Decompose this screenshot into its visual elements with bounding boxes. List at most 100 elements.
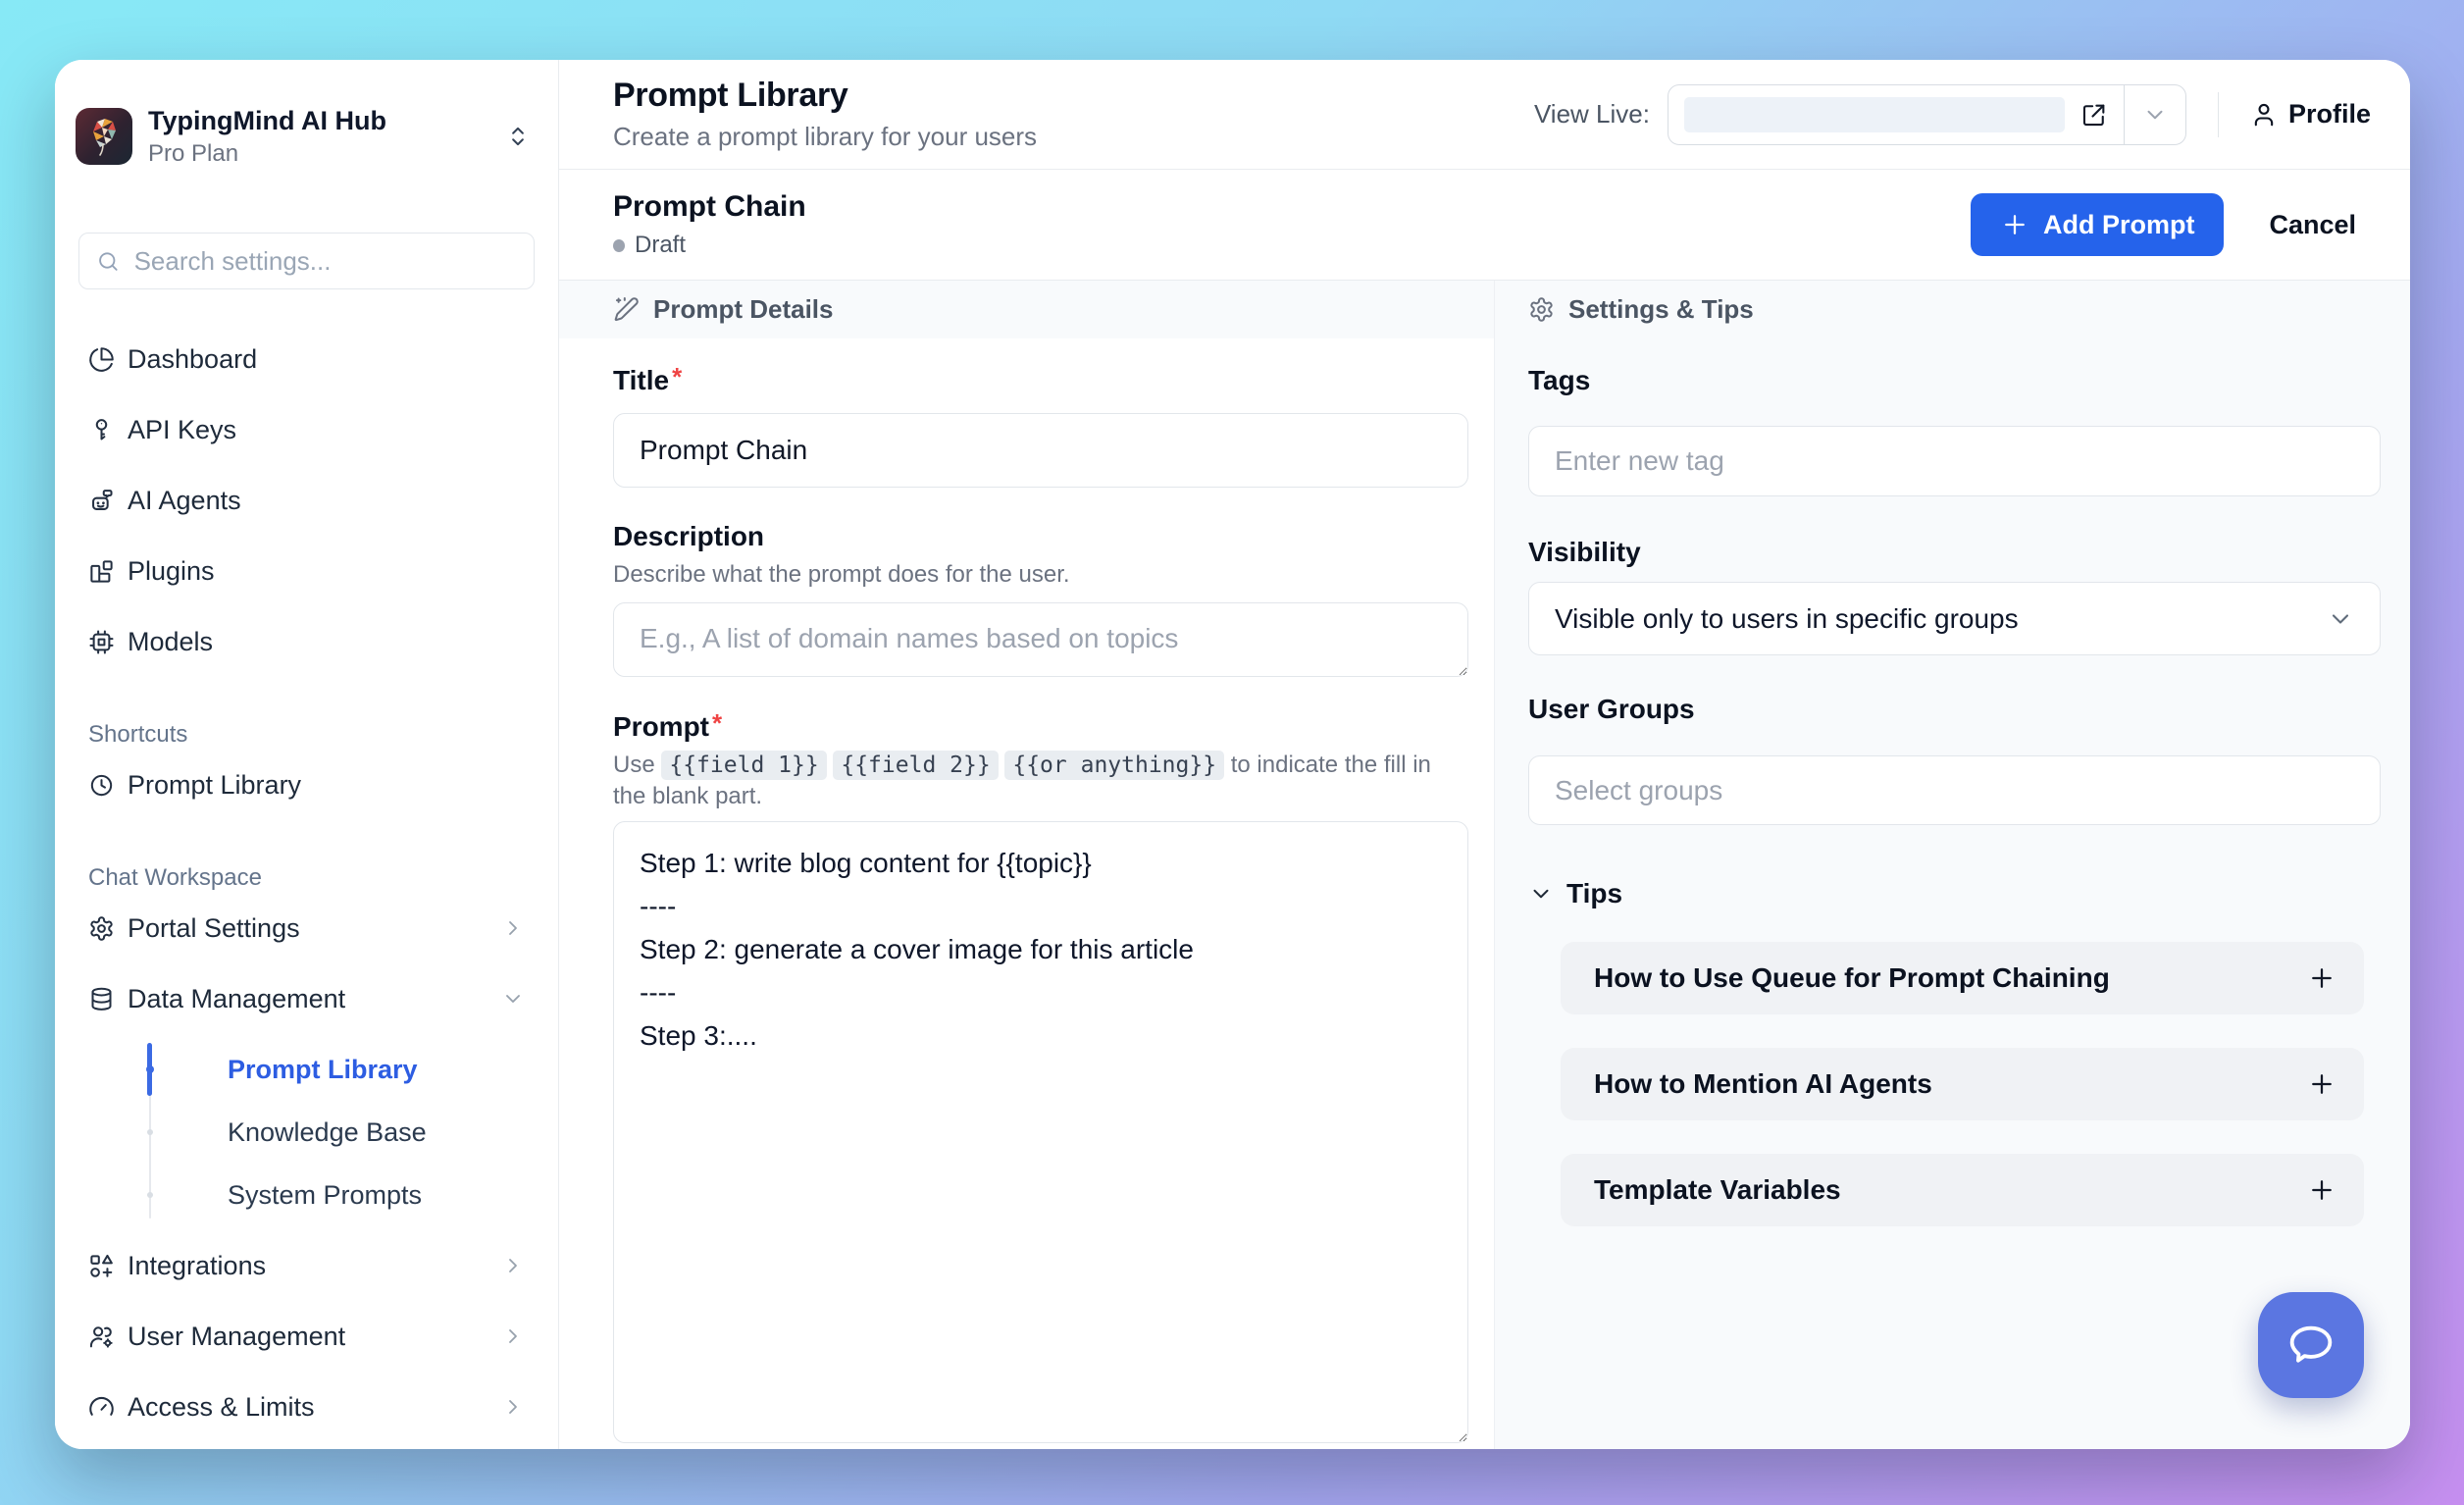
search-settings-box[interactable] [78, 233, 535, 289]
tips-label: Tips [1566, 878, 1622, 909]
visibility-select[interactable]: Visible only to users in specific groups [1528, 582, 2381, 655]
chevron-down-icon [1528, 881, 1554, 907]
main-area: Prompt Library Create a prompt library f… [559, 60, 2410, 1449]
page-title: Prompt Library [613, 77, 1534, 115]
page-subtitle: Create a prompt library for your users [613, 122, 1534, 152]
cancel-button[interactable]: Cancel [2269, 210, 2356, 240]
person-icon [2250, 101, 2278, 129]
search-icon [96, 248, 121, 275]
sidebar-item-label: Access & Limits [128, 1392, 315, 1423]
plus-icon [2000, 210, 2029, 239]
sidebar-item-label: Prompt Library [128, 770, 301, 801]
sidebar-item-models[interactable]: Models [78, 606, 535, 677]
prompt-input[interactable] [613, 821, 1468, 1443]
sidebar-item-label: Portal Settings [128, 913, 300, 944]
external-link-icon[interactable] [2080, 101, 2108, 129]
prompt-label: Prompt * [613, 710, 1468, 743]
template-chip: {{field 2}} [833, 751, 998, 780]
sidebar-item-label: Models [128, 627, 213, 657]
sidebar: TypingMind AI Hub Pro Plan Dashboard [55, 60, 559, 1449]
prompt-details-column: Prompt Details Title * Description Descr… [559, 281, 1494, 1449]
clock-icon [88, 772, 115, 799]
gear-icon [1528, 296, 1555, 323]
sidebar-subitem-system-prompts[interactable]: System Prompts [78, 1164, 535, 1226]
tags-input[interactable] [1528, 426, 2381, 496]
sidebar-item-label: Data Management [128, 984, 345, 1014]
app-window: TypingMind AI Hub Pro Plan Dashboard [55, 60, 2410, 1449]
chevron-down-icon [2327, 605, 2354, 633]
add-prompt-button[interactable]: Add Prompt [1971, 193, 2225, 256]
gauge-icon [88, 1394, 115, 1421]
search-input[interactable] [134, 246, 517, 277]
sidebar-item-prompt-library-shortcut[interactable]: Prompt Library [78, 750, 535, 820]
prompt-details-body: Title * Description Describe what the pr… [559, 338, 1494, 1448]
profile-button[interactable]: Profile [2250, 99, 2371, 130]
sidebar-item-label: AI Agents [128, 486, 241, 516]
prompt-help: Use {{field 1}} {{field 2}} {{or anythin… [613, 750, 1468, 811]
sidebar-item-plugins[interactable]: Plugins [78, 536, 535, 606]
plus-icon[interactable] [2307, 963, 2336, 993]
page-header: Prompt Library Create a prompt library f… [559, 60, 2410, 170]
chevron-right-icon [501, 1395, 525, 1419]
live-dropdown-button[interactable] [2125, 102, 2185, 128]
sidebar-item-label: Integrations [128, 1251, 266, 1281]
visibility-label: Visibility [1528, 536, 2381, 568]
section-title: Prompt Details [653, 294, 834, 325]
page-header-titles: Prompt Library Create a prompt library f… [613, 77, 1534, 152]
sidebar-item-portal-settings[interactable]: Portal Settings [78, 893, 535, 963]
chip-icon [88, 629, 115, 655]
required-asterisk: * [712, 710, 722, 736]
workspace-switcher[interactable]: TypingMind AI Hub Pro Plan [55, 99, 558, 174]
description-input[interactable] [613, 602, 1468, 677]
shapes-grid-icon [88, 1253, 115, 1279]
sidebar-item-ai-agents[interactable]: AI Agents [78, 465, 535, 536]
accordion-title: How to Mention AI Agents [1594, 1068, 1932, 1100]
sidebar-item-integrations[interactable]: Integrations [78, 1230, 535, 1301]
chevron-right-icon [501, 916, 525, 940]
status-dot [613, 239, 625, 252]
sidebar-item-data-management[interactable]: Data Management [78, 963, 535, 1034]
sidebar-subitem-knowledge-base[interactable]: Knowledge Base [78, 1101, 535, 1164]
user-groups-label: User Groups [1528, 693, 2381, 725]
plus-icon[interactable] [2307, 1069, 2336, 1099]
title-input[interactable] [613, 413, 1468, 488]
plus-icon[interactable] [2307, 1175, 2336, 1205]
tips-accordion-item-mention-agents[interactable]: How to Mention AI Agents [1561, 1048, 2364, 1120]
sidebar-item-access-limits[interactable]: Access & Limits [78, 1372, 535, 1442]
tips-accordion-item-template-variables[interactable]: Template Variables [1561, 1154, 2364, 1226]
sidebar-item-dashboard[interactable]: Dashboard [78, 324, 535, 394]
view-live-control [1668, 84, 2186, 145]
workspace-logo-icon [76, 108, 132, 165]
page-header-actions: View Live: [1534, 84, 2371, 145]
divider [2218, 92, 2219, 137]
tips-toggle[interactable]: Tips [1528, 878, 2381, 909]
blocks-icon [88, 558, 115, 585]
sidebar-item-label: User Management [128, 1322, 345, 1352]
workspace-plan: Pro Plan [148, 140, 505, 168]
profile-label: Profile [2288, 99, 2371, 130]
sidebar-item-api-keys[interactable]: API Keys [78, 394, 535, 465]
tags-label: Tags [1528, 364, 2381, 396]
description-help: Describe what the prompt does for the us… [613, 559, 1468, 590]
settings-tips-header: Settings & Tips [1495, 281, 2410, 338]
sidebar-item-label: API Keys [128, 415, 236, 445]
sidebar-subitem-prompt-library[interactable]: Prompt Library [78, 1038, 535, 1101]
prompt-toolbar-info: Prompt Chain Draft [613, 190, 1971, 259]
title-label: Title * [613, 364, 1468, 396]
chevron-right-icon [501, 1254, 525, 1277]
support-chat-button[interactable] [2258, 1292, 2364, 1398]
form-content: Prompt Details Title * Description Descr… [559, 281, 2410, 1449]
settings-tips-column: Settings & Tips Tags Visibility Visible … [1494, 281, 2410, 1449]
tips-accordion-item-queue[interactable]: How to Use Queue for Prompt Chaining [1561, 942, 2364, 1014]
add-prompt-label: Add Prompt [2043, 210, 2195, 240]
workspace-name: TypingMind AI Hub [148, 106, 505, 136]
sidebar-item-label: Plugins [128, 556, 215, 587]
chevron-right-icon [501, 1324, 525, 1348]
sidebar-item-user-management[interactable]: User Management [78, 1301, 535, 1372]
user-groups-input[interactable] [1528, 755, 2381, 825]
visibility-value: Visible only to users in specific groups [1555, 603, 2019, 635]
live-url-field[interactable] [1684, 97, 2065, 132]
prompt-details-header: Prompt Details [559, 281, 1494, 338]
required-asterisk: * [672, 364, 682, 389]
tips-accordion-list: How to Use Queue for Prompt Chaining How… [1561, 942, 2364, 1226]
